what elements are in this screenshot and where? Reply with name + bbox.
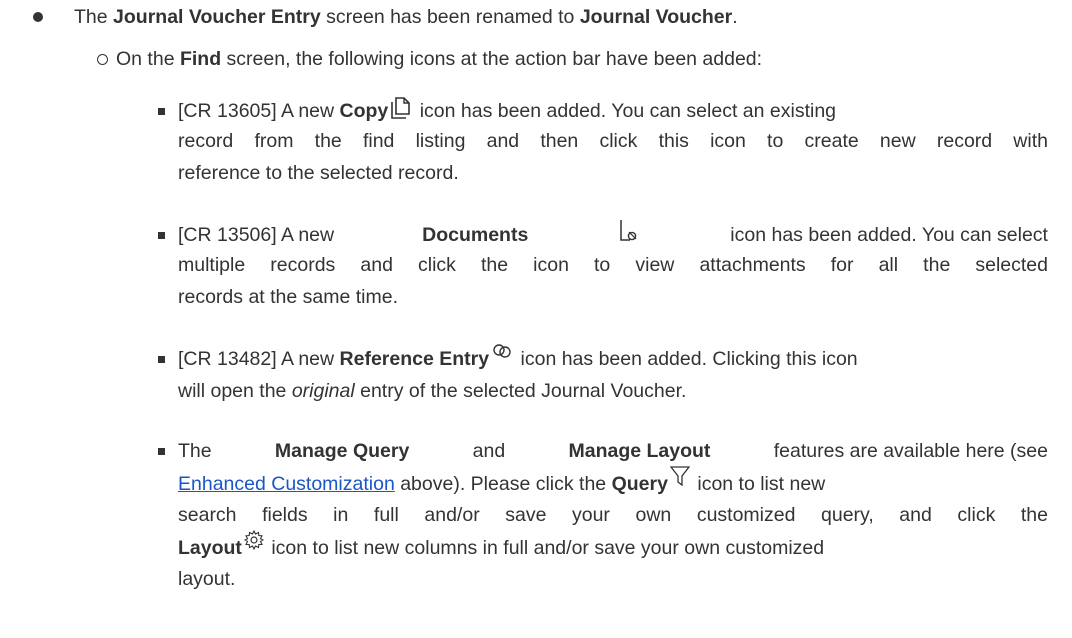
layout-label: Layout bbox=[178, 537, 242, 559]
text: search fields in full and/or save your o… bbox=[178, 504, 1048, 526]
text: icon has been added. You can select an e… bbox=[414, 100, 837, 122]
manage-query-label: Manage Query bbox=[274, 440, 410, 462]
text: entry of the selected Journal Voucher. bbox=[354, 380, 687, 402]
text: records at the same time. bbox=[178, 286, 399, 308]
filter-icon bbox=[669, 466, 690, 486]
text: reference to the selected record. bbox=[178, 162, 459, 184]
text: On the bbox=[116, 48, 180, 70]
text: The bbox=[178, 440, 212, 462]
text: and bbox=[472, 440, 506, 462]
emphasis-original: original bbox=[291, 380, 355, 402]
text: [CR 13482] A new bbox=[178, 348, 340, 370]
text: icon has been added. You can select bbox=[730, 224, 1048, 246]
copy-icon bbox=[390, 96, 412, 120]
document-attachment-icon bbox=[618, 218, 640, 252]
text: icon to list new bbox=[691, 473, 826, 495]
text: icon has been added. Clicking this icon bbox=[515, 348, 858, 370]
text: multiple records and click the icon to v… bbox=[178, 254, 1048, 276]
reference-entry-label: Reference Entry bbox=[339, 348, 490, 370]
bullet-item-find: On the Find screen, the following icons … bbox=[0, 0, 1072, 90]
copy-label: Copy bbox=[339, 100, 389, 122]
text: record from the find listing and then cl… bbox=[178, 130, 1048, 152]
text: features are available here (see bbox=[773, 440, 1048, 462]
square-bullet bbox=[158, 448, 165, 455]
gear-icon bbox=[243, 530, 264, 550]
square-bullet bbox=[158, 356, 165, 363]
query-label: Query bbox=[611, 473, 668, 495]
text: layout. bbox=[178, 568, 236, 590]
text: screen, the following icons at the actio… bbox=[221, 48, 763, 70]
text: will open the bbox=[178, 380, 292, 402]
circle-bullet bbox=[97, 54, 108, 65]
documents-label: Documents bbox=[422, 224, 529, 246]
text: icon to list new columns in full and/or … bbox=[265, 537, 825, 559]
text: [CR 13506] A new bbox=[178, 224, 335, 246]
link-icon bbox=[491, 343, 513, 359]
enhanced-customization-link[interactable]: Enhanced Customization bbox=[178, 473, 395, 495]
square-bullet bbox=[158, 108, 165, 115]
square-bullet bbox=[158, 232, 165, 239]
manage-layout-label: Manage Layout bbox=[568, 440, 711, 462]
find-label: Find bbox=[179, 48, 222, 70]
text: [CR 13605] A new bbox=[178, 100, 340, 122]
text: above). Please click the bbox=[394, 473, 612, 495]
